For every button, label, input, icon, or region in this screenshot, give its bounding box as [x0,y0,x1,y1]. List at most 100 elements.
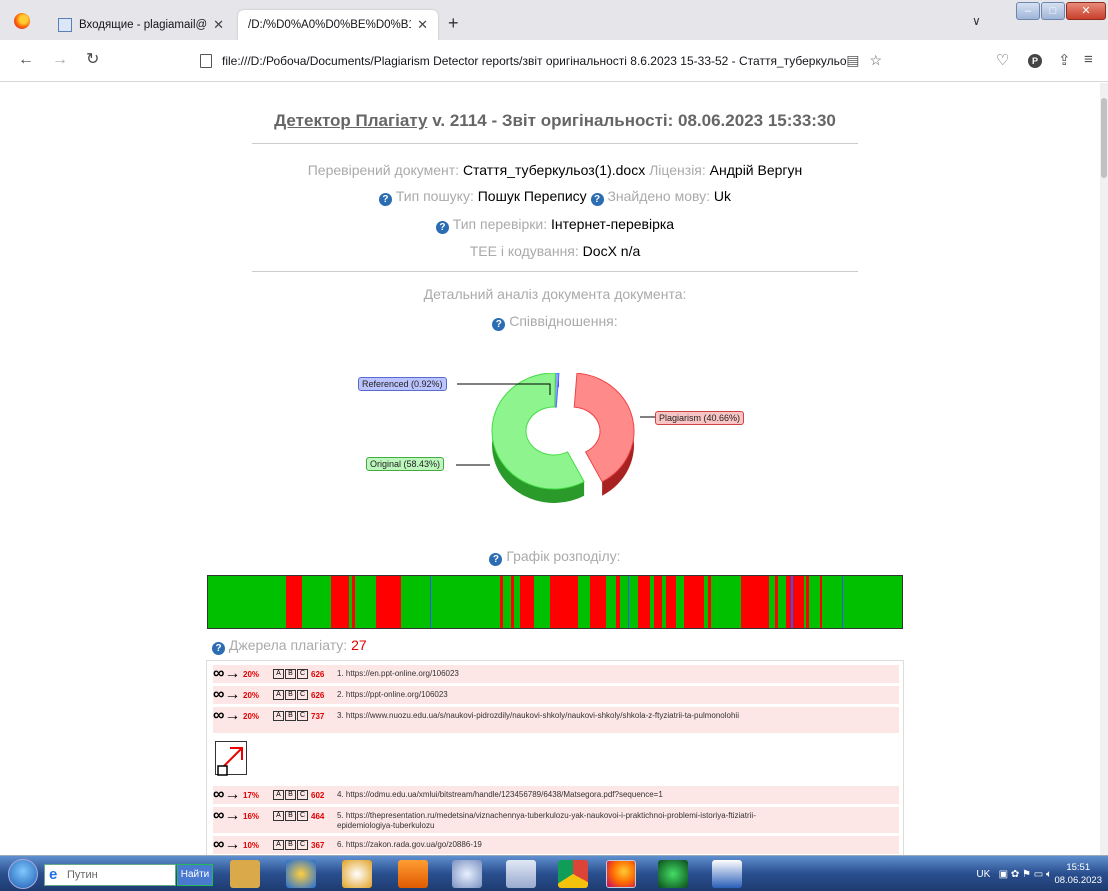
legend-referenced: Referenced (0.92%) [358,377,447,391]
tab-inbox[interactable]: Входящие - plagiamail@meta.u ✕ [48,10,234,40]
doc-value: Стаття_туберкульоз(1).docx [462,162,646,178]
scrollbar[interactable] [1100,83,1108,855]
distribution-bar [207,575,903,629]
help-icon[interactable]: ? [212,642,225,655]
close-tab-icon[interactable]: ✕ [213,17,224,33]
source-row[interactable]: ∞→ 20% ABC 626 2. https://ppt-online.org… [213,686,899,704]
source-percent: 10% [243,841,260,850]
source-url[interactable]: 1. https://en.ppt-online.org/106023 [337,669,459,679]
reload-icon[interactable]: ↻ [86,51,99,69]
source-row[interactable]: ∞→ 16% ABC 464 5. https://thepresentatio… [213,807,899,833]
link-arrow-icon[interactable]: ∞→ [213,666,243,682]
firefox-icon[interactable] [14,13,30,29]
source-row[interactable]: ∞→ 20% ABC 737 3. https://www.nuozu.edu.… [213,707,899,733]
chrome-icon[interactable] [558,860,588,888]
forward-icon[interactable]: → [52,51,68,69]
bar-segment-plagiarism [331,576,349,628]
scrollbar-thumb[interactable] [1101,98,1107,178]
bar-segment-plagiarism [654,576,662,628]
minimize-button[interactable]: – [1016,2,1040,20]
link-arrow-icon[interactable]: ∞→ [213,708,243,724]
app-icon[interactable] [398,860,428,888]
bar-segment-referenced [628,576,629,628]
link-arrow-icon[interactable]: ∞→ [213,787,243,803]
menu-icon[interactable]: ≡ [1084,51,1093,68]
maximize-button[interactable]: □ [1041,2,1065,20]
back-icon[interactable]: ← [18,51,34,69]
share-icon[interactable]: ⇪ [1058,51,1071,69]
bar-segment-referenced [791,576,793,628]
source-row[interactable]: ∞→ 20% ABC 626 1. https://en.ppt-online.… [213,665,899,683]
check-type-label: Тип перевірки: [452,216,548,232]
bar-segment-plagiarism [820,576,822,628]
source-url[interactable]: 3. https://www.nuozu.edu.ua/s/naukovi-pi… [337,711,739,721]
link-arrow-icon[interactable]: ∞→ [213,837,243,853]
bar-segment-plagiarism [520,576,534,628]
source-percent: 20% [243,691,260,700]
divider [252,143,858,144]
app-icon[interactable] [658,860,688,888]
bar-segment-plagiarism [616,576,620,628]
abc-icon[interactable]: ABC [273,669,311,679]
word-icon[interactable] [712,860,742,888]
clock[interactable]: 15:51 08.06.2023 [1054,861,1102,887]
help-icon[interactable]: ? [378,193,392,206]
abc-icon[interactable]: ABC [273,790,311,800]
abc-icon[interactable]: ABC [273,711,311,721]
source-url[interactable]: 6. https://zakon.rada.gov.ua/go/z0886-19 [337,840,482,850]
link-arrow-icon[interactable]: ∞→ [213,687,243,703]
firefox-taskbar-icon[interactable] [606,860,636,888]
expand-icon-svg [217,747,243,776]
app-icon[interactable] [452,860,482,888]
abc-icon[interactable]: ABC [273,840,311,850]
find-button[interactable]: Найти [177,864,213,886]
chevron-down-icon[interactable]: ∨ [972,14,981,28]
abc-icon[interactable]: ABC [273,690,311,700]
check-type-value: Інтернет-перевірка [551,216,675,232]
pocket-icon[interactable]: ♡ [996,51,1009,69]
calculator-icon[interactable] [506,860,536,888]
product-link[interactable]: Детектор Плагіату [274,111,427,130]
help-icon[interactable]: ? [492,318,506,331]
help-icon[interactable]: ? [590,193,604,206]
reader-view-icon[interactable]: ▤ [846,52,869,68]
new-tab-icon[interactable]: + [448,14,459,32]
taskbar-search-input[interactable]: e Путин [44,864,176,886]
help-icon[interactable]: ? [489,553,503,566]
link-arrow-icon[interactable]: ∞→ [213,808,243,824]
source-url[interactable]: 2. https://ppt-online.org/106023 [337,690,448,700]
mail-icon [58,18,72,32]
close-tab-icon[interactable]: ✕ [417,17,428,33]
language-indicator[interactable]: UK [976,869,990,880]
explorer-icon[interactable] [230,860,260,888]
source-count: 737 [311,712,325,721]
license-value: Андрій Вергун [709,162,803,178]
bar-segment-plagiarism [775,576,778,628]
document-line: Перевірений документ: Стаття_туберкульоз… [0,162,1100,178]
date: 08.06.2023 [1054,875,1102,886]
tee-label: TEE і кодування: [469,243,579,259]
tray-icons[interactable]: ▣ ✿ ⚑ ▭ 🔈︎ [999,869,1052,880]
sources-list: ∞→ 20% ABC 626 1. https://en.ppt-online.… [206,660,904,855]
close-window-button[interactable]: ✕ [1066,2,1106,20]
tab-label: Входящие - plagiamail@meta.u [79,19,208,31]
bookmark-star-icon[interactable]: ☆ [869,52,892,68]
source-row[interactable]: ∞→ 10% ABC 367 6. https://zakon.rada.gov… [213,836,899,854]
app-icon[interactable] [286,860,316,888]
bar-segment-plagiarism [590,576,606,628]
help-icon[interactable]: ? [435,221,449,234]
source-count: 626 [311,670,325,679]
start-button[interactable] [8,859,38,889]
tab-report[interactable]: /D:/%D0%A0%D0%BE%D0%B1%D0 ✕ [238,10,438,40]
extension-icon[interactable]: P [1028,54,1042,68]
source-url[interactable]: 5. https://thepresentation.ru/medetsina/… [337,811,807,831]
report-page: Детектор Плагіату v. 2114 - Звіт оригіна… [0,83,1100,855]
url-text[interactable]: file:///D:/Робоча/Documents/Plagiarism D… [222,54,898,68]
app-icon[interactable] [342,860,372,888]
bar-segment-plagiarism [638,576,650,628]
expand-icon[interactable] [215,741,247,776]
abc-icon[interactable]: ABC [273,811,311,821]
source-row[interactable]: ∞→ 17% ABC 602 4. https://odmu.edu.ua/xm… [213,786,899,804]
url-bar[interactable]: file:///D:/Робоча/Documents/Plagiarism D… [192,46,898,76]
source-url[interactable]: 4. https://odmu.edu.ua/xmlui/bitstream/h… [337,790,663,800]
